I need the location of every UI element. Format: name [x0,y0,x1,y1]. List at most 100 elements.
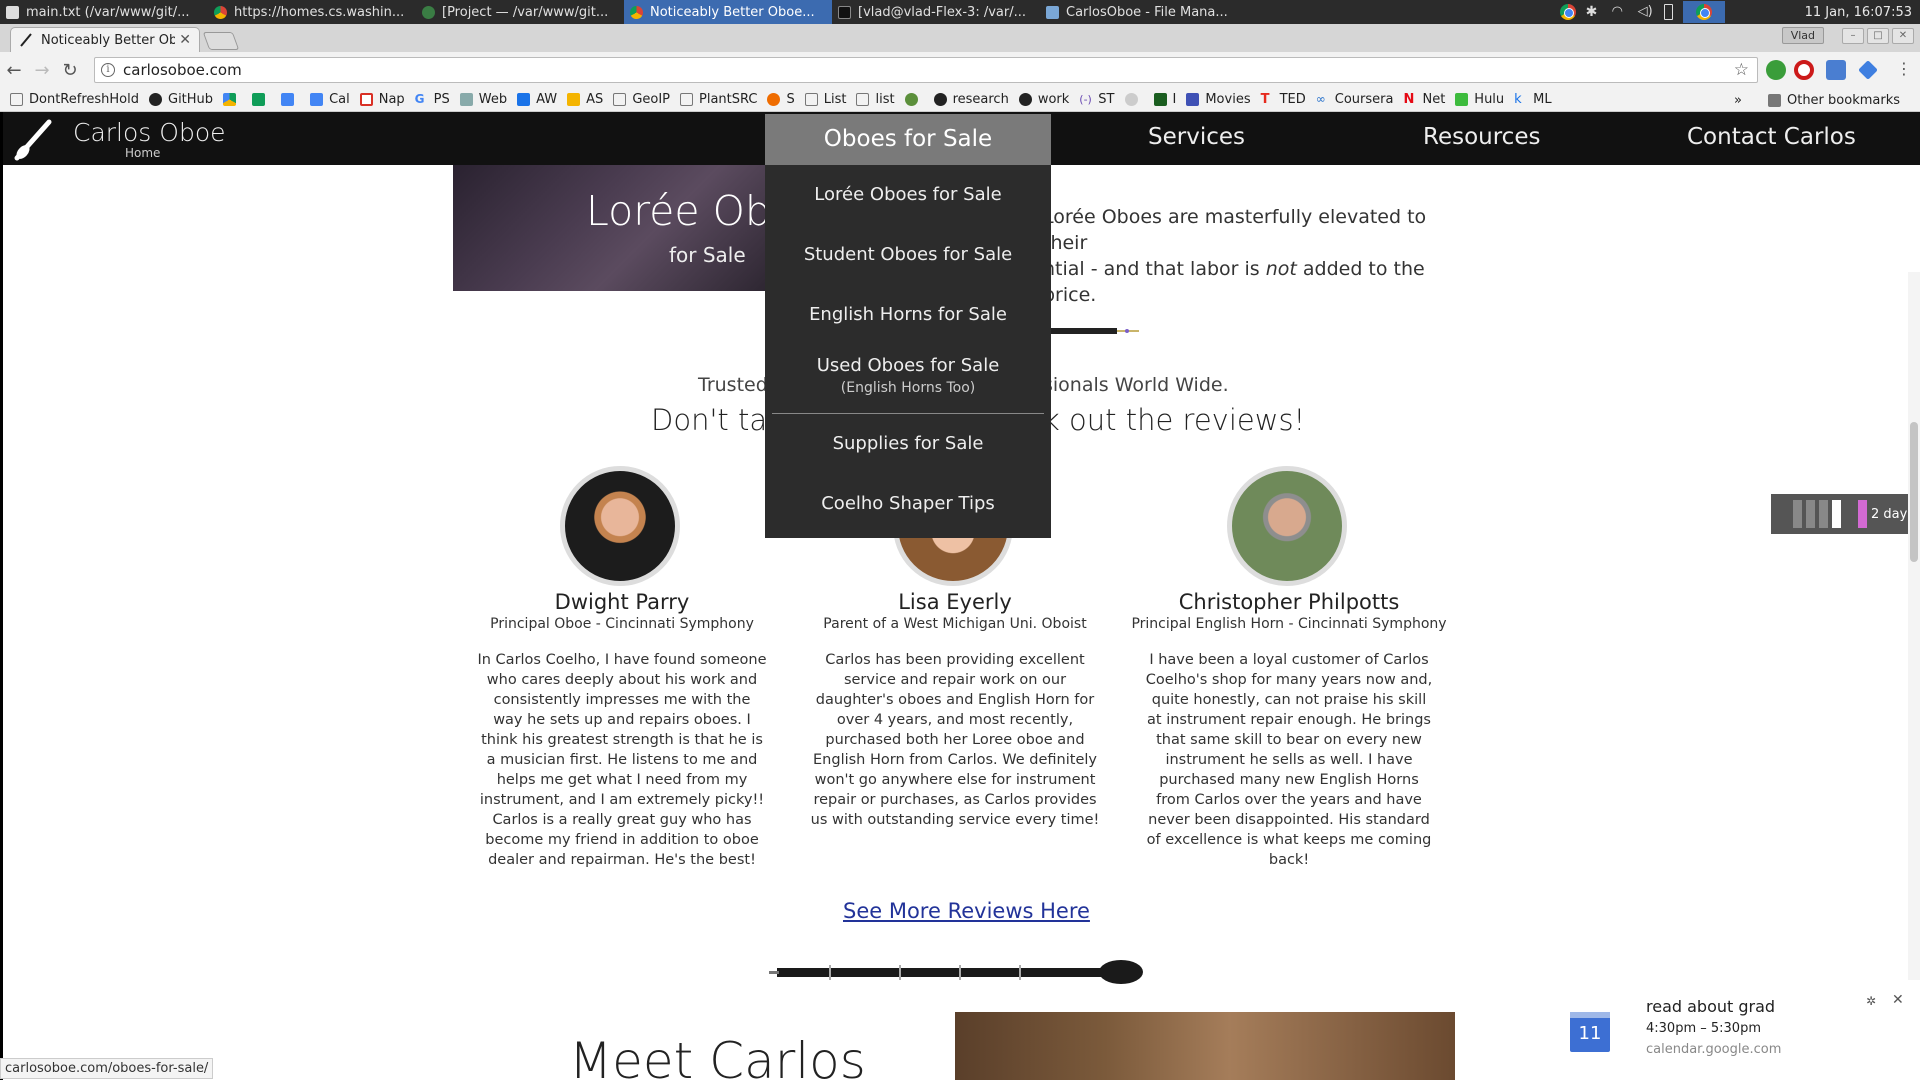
close-icon[interactable]: ✕ [1892,992,1904,1008]
bookmark-item[interactable]: ∞ Coursera [1316,92,1394,107]
bookmark-item[interactable]: Hulu [1455,92,1504,107]
bookmark-item[interactable]: GeoIP [613,92,670,107]
browser-tab-active[interactable]: Noticeably Better Oboe ✕ [10,27,200,52]
chrome-icon [630,5,643,19]
oboe-logo-icon[interactable] [11,116,59,162]
terminal-icon [838,5,851,19]
review-text: I have been a loyal customer of Carlos C… [1145,652,1433,868]
task-terminal[interactable]: [vlad@vlad-Flex-3: /var/... [832,0,1040,24]
nav-contact[interactable]: Contact Carlos [1687,124,1856,150]
bookmark-label: PS [433,92,450,107]
calendar-notification[interactable]: 11 read about grad 4:30pm – 5:30pm calen… [1556,980,1920,1080]
task-editor[interactable]: main.txt (/var/www/git/... [0,0,208,24]
reviewer-role: Principal English Horn - Cincinnati Symp… [1131,616,1447,632]
bookmark-item[interactable]: Web [459,92,507,107]
nav-oboes-for-sale[interactable]: Oboes for Sale [765,114,1051,165]
bookmark-label: AS [586,92,604,107]
task-chrome-washington[interactable]: https://homes.cs.washin... [208,0,416,24]
bookmarks-overflow-button[interactable]: » [1734,93,1742,108]
side-stats-widget[interactable]: 2 days [1771,494,1920,534]
bookmark-item[interactable]: k ML [1514,92,1551,107]
bookmark-star-icon[interactable]: ☆ [1734,60,1749,80]
sheets-icon [252,93,266,106]
close-window-icon[interactable]: ✕ [1892,28,1914,44]
loree-hero-image[interactable]: Lorée Obo for Sale [453,165,773,291]
bookmark-item[interactable] [223,93,242,106]
address-bar[interactable]: i carlosoboe.com ☆ [94,57,1758,83]
bookmark-item[interactable]: PlantSRC [680,92,757,107]
i-icon [1153,93,1167,106]
bookmark-item[interactable]: T TED [1261,92,1306,107]
bookmark-label: research [952,92,1009,107]
clock[interactable]: 11 Jan, 16:07:53 [1805,5,1912,20]
dropdown-student-oboes[interactable]: Student Oboes for Sale [765,225,1051,285]
reload-icon[interactable]: ↻ [56,60,84,81]
other-bookmarks[interactable]: Other bookmarks [1767,93,1900,108]
dropdown-coelho-shaper-tips[interactable]: Coelho Shaper Tips [765,474,1051,534]
scrollbar-thumb[interactable] [1910,422,1918,562]
new-tab-button[interactable] [202,32,240,50]
bookmark-label: Movies [1205,92,1251,107]
bluetooth-icon[interactable]: ✱ [1586,4,1602,20]
task-atom[interactable]: [Project — /var/www/git... [416,0,624,24]
bookmark-item[interactable]: Movies [1186,92,1251,107]
task-chrome-active[interactable]: Noticeably Better Oboe... [624,0,832,24]
forward-icon[interactable]: → [28,60,56,81]
extension-monitor-icon[interactable] [1826,60,1846,80]
bookmark-item[interactable]: List [804,92,846,107]
bookmark-label: GitHub [168,92,214,107]
nav-resources[interactable]: Resources [1423,124,1540,150]
see-more-reviews-link[interactable]: See More Reviews Here [843,899,1090,923]
back-icon[interactable]: ← [0,60,28,81]
dropdown-loree-oboes[interactable]: Lorée Oboes for Sale [765,165,1051,225]
extension-cap-icon[interactable] [1858,60,1878,80]
github-icon [149,93,162,106]
bookmark-item[interactable] [1124,93,1144,106]
chrome-active-tray[interactable] [1682,1,1725,23]
bookmark-item[interactable]: G PS [415,92,450,107]
bookmark-item[interactable]: DontRefreshHold [10,92,139,107]
reviews-heading-a: Don't tak [651,403,784,437]
gear-icon[interactable]: ✲ [1866,994,1876,1008]
bookmark-item[interactable] [904,93,924,106]
circle-icon [1124,93,1138,106]
extension-green-icon[interactable] [1766,60,1786,80]
close-tab-icon[interactable]: ✕ [179,32,191,48]
chrome-tray-icon[interactable] [1559,4,1576,20]
dropdown-used-oboes[interactable]: Used Oboes for Sale (English Horns Too) [765,345,1051,413]
menu-icon[interactable]: ⋮ [1890,59,1918,78]
bookmark-item[interactable]: (-) ST [1079,92,1114,107]
home-link[interactable]: Home [125,146,160,160]
bookmark-item[interactable]: I [1153,92,1176,107]
bookmark-item[interactable]: research [933,92,1009,107]
notification-source: calendar.google.com [1646,1042,1782,1057]
widget-bar [1819,500,1828,528]
wifi-icon[interactable]: ◠ [1612,4,1628,20]
review-text: Carlos has been providing excellent serv… [810,652,1100,828]
bookmark-item[interactable] [252,93,271,106]
bookmark-item[interactable]: AS [567,92,603,107]
bookmark-item[interactable]: GitHub [149,92,213,107]
dropdown-english-horns[interactable]: English Horns for Sale [765,285,1051,345]
bookmark-item[interactable]: N Net [1403,92,1445,107]
maximize-icon[interactable]: □ [1867,28,1889,44]
bookmark-item[interactable] [281,93,300,106]
bookmark-item[interactable]: S [767,92,795,107]
bookmark-item[interactable]: Cal [310,92,350,107]
bookmark-item[interactable]: AW [517,92,557,107]
bookmark-item[interactable]: Nap [359,92,405,107]
page-icon [680,93,694,106]
site-info-icon[interactable]: i [101,63,115,77]
site-brand[interactable]: Carlos Oboe [73,118,226,147]
volume-icon[interactable]: ◁) [1638,4,1654,20]
bookmark-item[interactable]: list [856,92,895,107]
profile-button[interactable]: Vlad [1781,27,1824,44]
task-file-manager[interactable]: CarlosOboe - File Mana... [1040,0,1248,24]
battery-icon[interactable] [1663,4,1673,20]
minimize-icon[interactable]: – [1842,28,1864,44]
bookmark-item[interactable]: work [1018,92,1069,107]
dropdown-supplies[interactable]: Supplies for Sale [765,414,1051,474]
page-scrollbar[interactable] [1908,272,1920,1080]
nav-services[interactable]: Services [1148,124,1245,150]
opera-icon[interactable] [1794,60,1814,80]
